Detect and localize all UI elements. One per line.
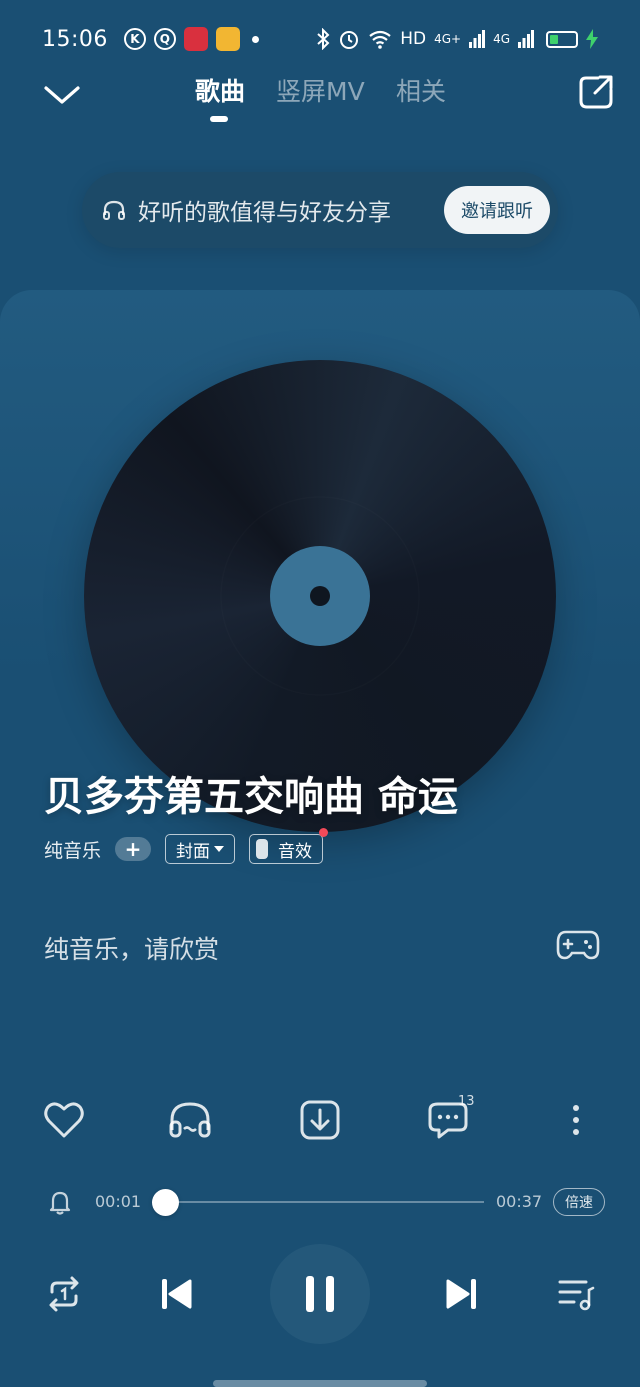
song-title: 贝多芬第五交响曲 命运 bbox=[44, 774, 458, 820]
lyric-line[interactable]: 纯音乐，请欣赏 bbox=[44, 930, 219, 966]
bluetooth-icon bbox=[317, 28, 330, 50]
next-track-icon[interactable] bbox=[442, 1274, 482, 1314]
follow-button[interactable]: + bbox=[115, 837, 152, 861]
collapse-chevron-icon[interactable] bbox=[42, 74, 82, 114]
signal-1-label: 4G+ bbox=[434, 32, 462, 46]
signal-bars-icon bbox=[469, 30, 486, 48]
progress-track[interactable] bbox=[152, 1201, 484, 1203]
alarm-icon bbox=[340, 31, 359, 49]
pause-button[interactable] bbox=[270, 1244, 370, 1344]
previous-track-icon[interactable] bbox=[156, 1274, 196, 1314]
total-time: 00:37 bbox=[496, 1192, 543, 1211]
song-meta-row: 纯音乐 + 封面 音效 bbox=[44, 828, 329, 864]
more-notifications-icon bbox=[251, 35, 259, 43]
battery-icon bbox=[546, 30, 578, 48]
playback-speed-button[interactable]: 倍速 bbox=[553, 1188, 605, 1216]
gamepad-icon[interactable] bbox=[556, 924, 600, 964]
battery-level bbox=[550, 34, 558, 44]
headphone-icon bbox=[103, 200, 125, 220]
hd-label: HD bbox=[400, 29, 427, 49]
red-app-icon bbox=[183, 27, 208, 51]
cover-label: 封面 bbox=[176, 841, 211, 862]
kuaishou-icon: K bbox=[123, 28, 146, 50]
current-time: 00:01 bbox=[95, 1192, 142, 1211]
signal-bars-icon bbox=[518, 30, 534, 48]
comment-count: 13 bbox=[458, 1094, 475, 1109]
action-row bbox=[0, 1094, 640, 1146]
share-banner[interactable]: 好听的歌值得与好友分享 邀请跟听 bbox=[82, 172, 558, 248]
tab-vertical-mv[interactable]: 竖屏MV bbox=[276, 72, 365, 108]
playlist-icon[interactable] bbox=[556, 1274, 596, 1314]
status-time: 15:06 bbox=[42, 26, 108, 52]
repeat-one-icon[interactable] bbox=[44, 1274, 84, 1314]
listen-together-icon[interactable] bbox=[166, 1096, 214, 1144]
caret-down-icon bbox=[214, 846, 225, 852]
bell-icon[interactable] bbox=[46, 1188, 74, 1216]
effect-toggle-icon bbox=[256, 839, 269, 859]
tab-indicator bbox=[210, 116, 228, 122]
signal-2-label: 4G bbox=[493, 32, 510, 46]
charging-icon bbox=[586, 29, 598, 49]
download-icon[interactable] bbox=[296, 1096, 344, 1144]
tab-related[interactable]: 相关 bbox=[396, 72, 446, 108]
vinyl-disc[interactable] bbox=[84, 360, 556, 832]
effect-label: 音效 bbox=[278, 841, 313, 862]
invite-listen-button[interactable]: 邀请跟听 bbox=[444, 186, 550, 234]
wifi-icon bbox=[369, 30, 391, 49]
notification-dot bbox=[319, 828, 329, 837]
artist-name[interactable]: 纯音乐 bbox=[44, 836, 101, 863]
top-nav: 歌曲 竖屏MV 相关 bbox=[0, 62, 640, 128]
share-icon[interactable] bbox=[578, 74, 614, 110]
share-banner-text: 好听的歌值得与好友分享 bbox=[138, 200, 391, 226]
disc-hole bbox=[310, 586, 330, 606]
heart-icon[interactable] bbox=[40, 1096, 88, 1144]
tab-song[interactable]: 歌曲 bbox=[195, 72, 245, 108]
home-indicator[interactable] bbox=[213, 1380, 427, 1387]
pause-icon bbox=[306, 1276, 334, 1312]
playback-controls bbox=[0, 1244, 640, 1344]
sound-effect-button[interactable]: 音效 bbox=[249, 828, 329, 864]
more-icon[interactable] bbox=[552, 1096, 600, 1144]
progress-row: 00:01 00:37 倍速 bbox=[0, 1182, 640, 1222]
status-right: HD 4G+ 4G bbox=[316, 28, 598, 50]
progress-thumb[interactable] bbox=[152, 1189, 179, 1216]
q-app-icon: Q bbox=[153, 28, 176, 50]
cover-dropdown[interactable]: 封面 bbox=[165, 834, 236, 864]
yellow-app-icon bbox=[215, 27, 240, 51]
